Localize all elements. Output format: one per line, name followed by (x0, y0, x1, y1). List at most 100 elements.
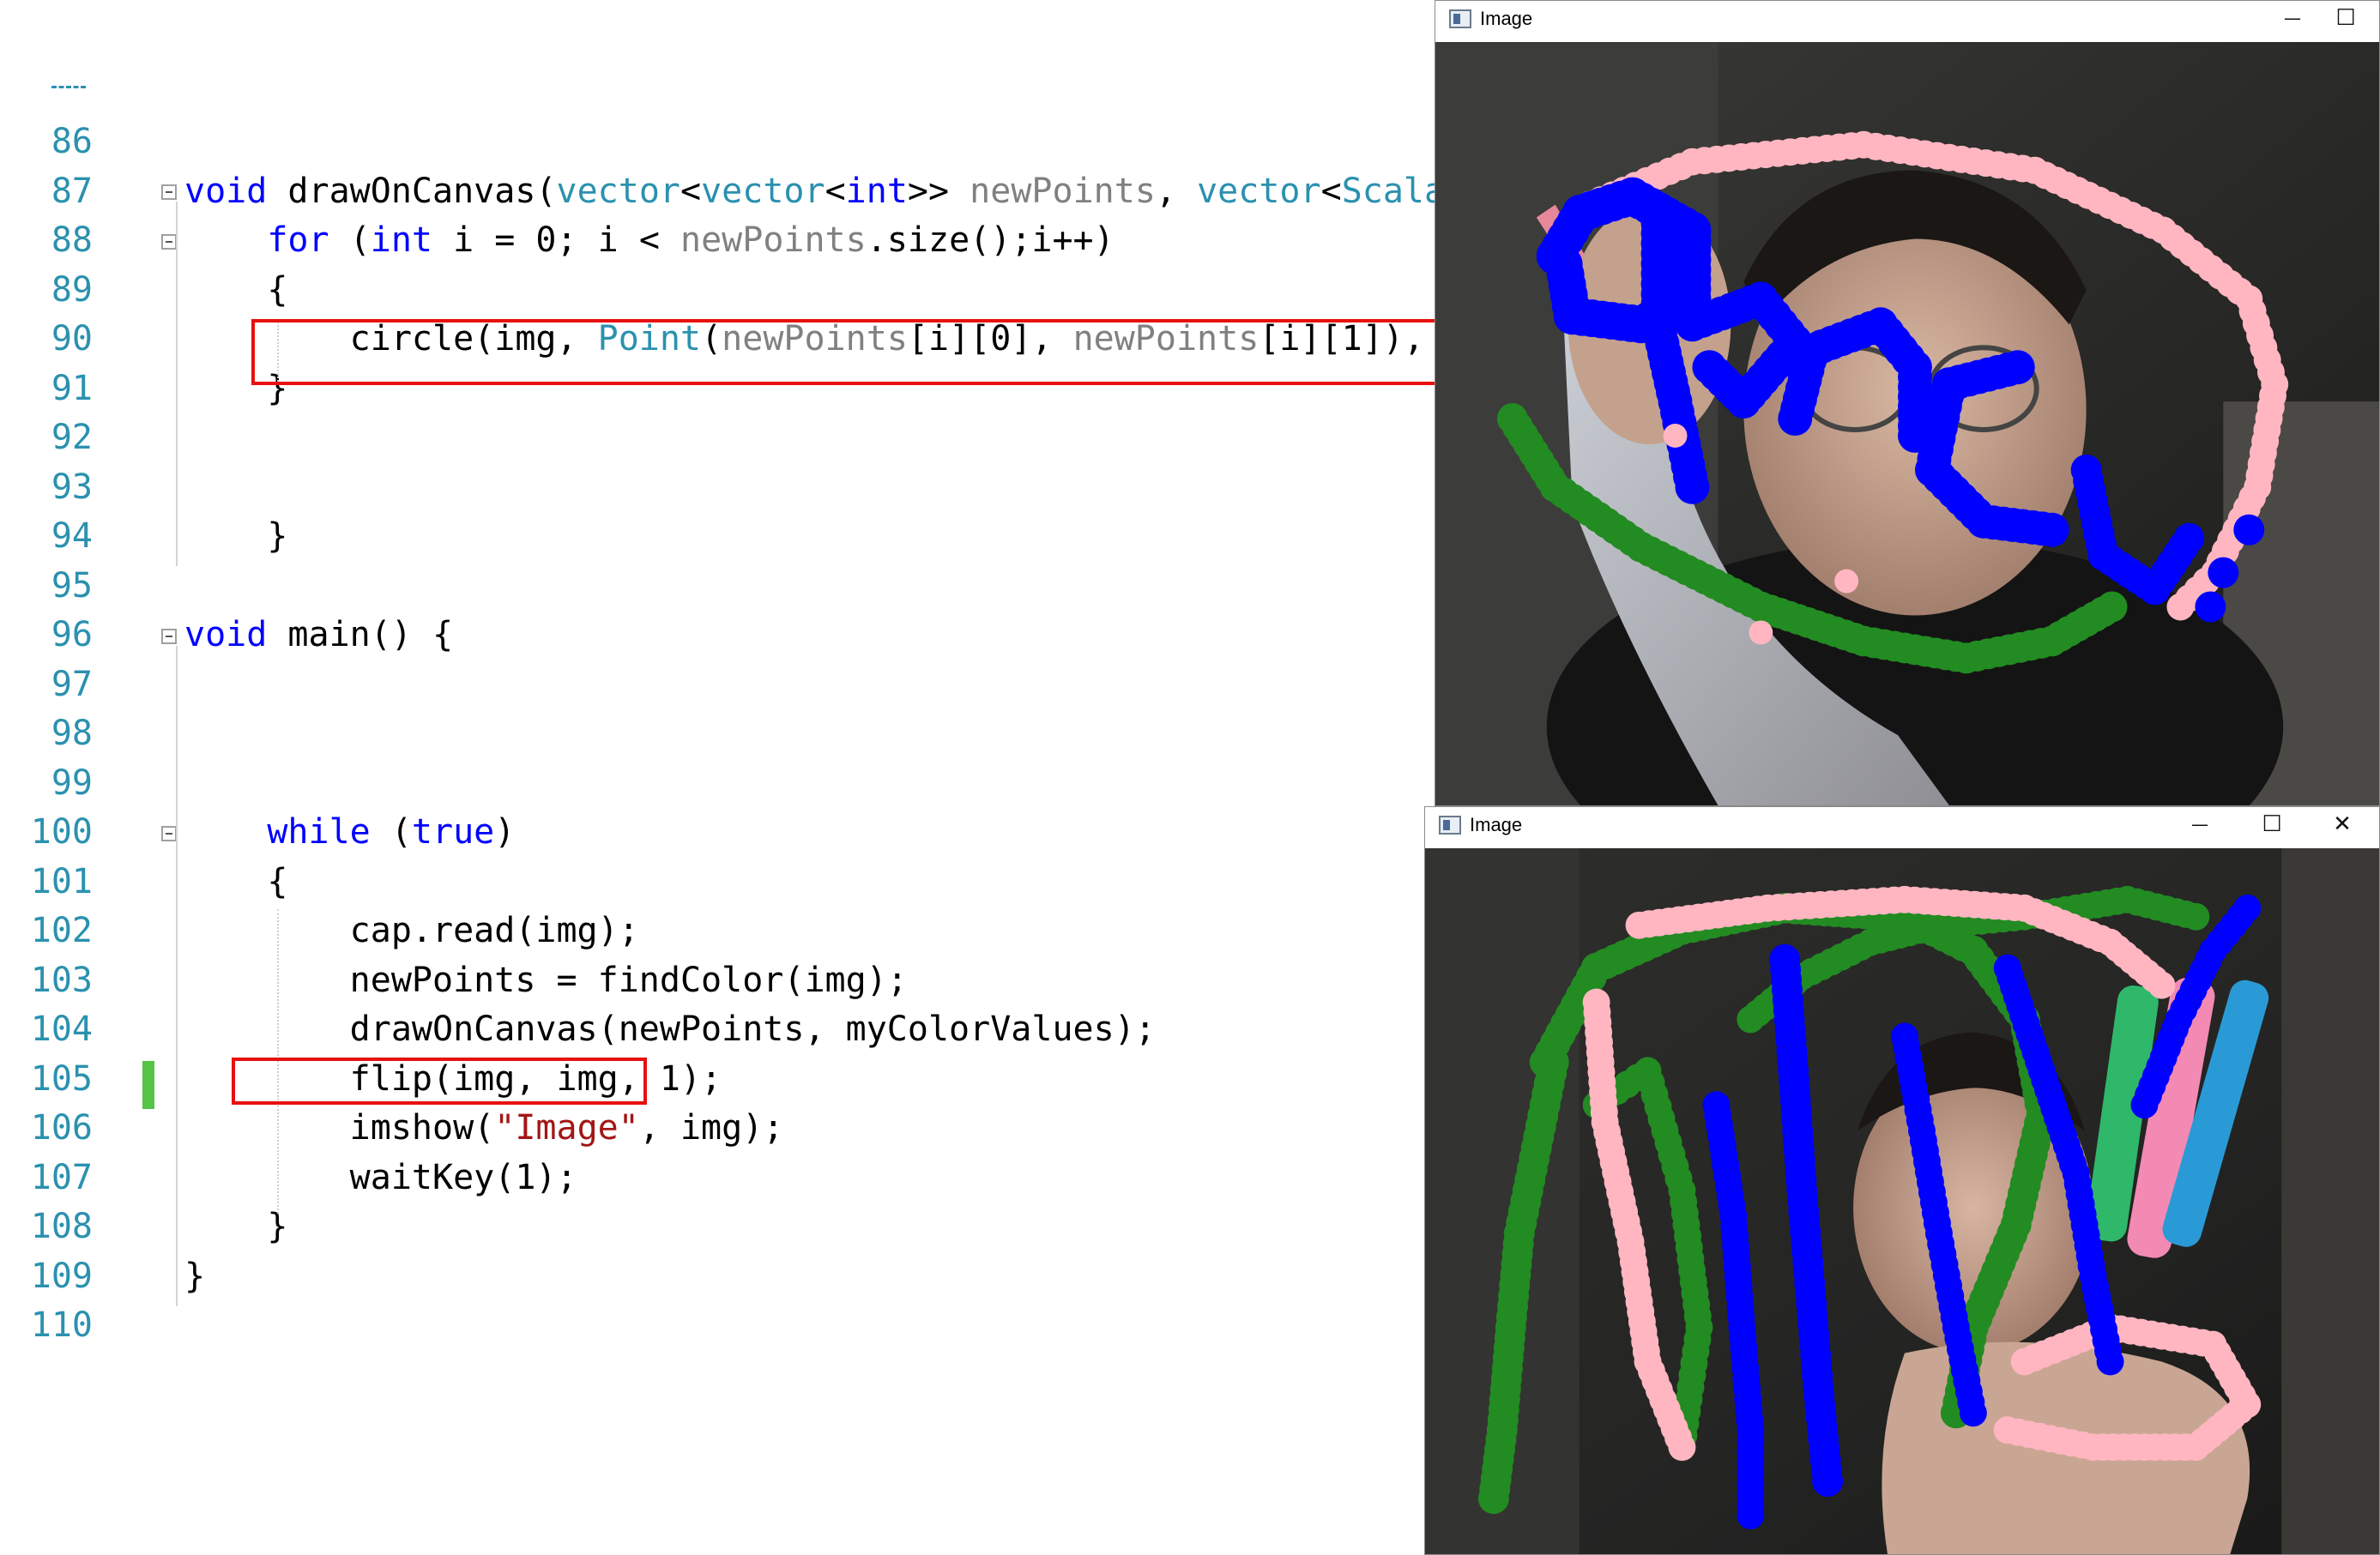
code-line[interactable]: 103 newPoints = findColor(img); (0, 956, 1435, 1005)
code-token: newPoints (680, 220, 867, 260)
code-line[interactable]: 95 (0, 562, 1435, 611)
code-token: newPoints (970, 171, 1156, 211)
code-line[interactable]: 108 } (0, 1202, 1435, 1251)
stroke-dot-pink (1834, 569, 1859, 594)
window-titlebar[interactable]: Image — ☐ (1435, 1, 2379, 42)
code-line[interactable]: 97 (0, 660, 1435, 709)
stroke-dot-blue (1959, 1399, 1987, 1427)
stroke-dot-blue (2173, 522, 2205, 554)
line-number-gutter-fragment (51, 86, 86, 92)
code-line[interactable]: 101 { (0, 858, 1435, 907)
code-token: } (184, 1207, 288, 1246)
stroke-dot-blue (1544, 245, 1583, 284)
stroke-dot-pink (1749, 620, 1773, 645)
code-text: { (184, 266, 287, 315)
code-line[interactable]: 88 for (int i = 0; i < newPoints.size();… (0, 216, 1435, 265)
line-number: 109 (30, 1256, 93, 1296)
stroke-dot-green (2182, 902, 2210, 931)
code-token: , img); (638, 1108, 784, 1148)
image-window-bottom[interactable]: Image — ☐ ✕ (1424, 806, 2380, 1555)
line-number: 91 (51, 368, 93, 408)
code-line[interactable]: 107 waitKey(1); (0, 1154, 1435, 1202)
fold-toggle-for-loop[interactable] (161, 234, 177, 250)
line-number: 105 (30, 1058, 93, 1099)
code-line[interactable]: 105 flip(img, img, 1); (0, 1055, 1435, 1104)
line-number: 99 (51, 762, 93, 803)
app-icon (1449, 9, 1471, 28)
maximize-button[interactable]: ☐ (2245, 807, 2298, 845)
webcam-image-bottom (1425, 848, 2379, 1554)
wall-right (2281, 848, 2379, 1554)
code-token: vector (1197, 171, 1321, 211)
stroke-dot-blue (1737, 1502, 1765, 1530)
code-text: newPoints = findColor(img); (184, 956, 908, 1005)
code-line[interactable]: 99 (0, 759, 1435, 808)
change-indicator-bar (142, 1061, 154, 1109)
code-line[interactable]: 92 (0, 413, 1435, 462)
image-window-top[interactable]: Image — ☐ (1435, 0, 2380, 806)
highlight-box-circle-call (251, 319, 1435, 385)
code-line[interactable]: 94 } (0, 512, 1435, 561)
stroke-dot-blue (2096, 1347, 2124, 1376)
fold-toggle-while-loop[interactable] (161, 826, 177, 841)
code-text: waitKey(1); (184, 1154, 577, 1202)
fold-toggle-drawOnCanvas[interactable] (161, 184, 177, 200)
code-line[interactable]: 100 while (true) (0, 808, 1435, 857)
line-number: 92 (51, 418, 93, 457)
stroke-dot-green (1477, 1483, 1509, 1515)
code-line[interactable]: 104 drawOnCanvas(newPoints, myColorValue… (0, 1005, 1435, 1054)
code-token: for (267, 220, 329, 260)
code-token: ( (329, 220, 371, 260)
minimize-button[interactable]: — (2173, 807, 2226, 845)
line-number: 87 (51, 171, 93, 211)
code-token: Scalar (1341, 171, 1435, 211)
code-token: { (184, 269, 288, 310)
code-line[interactable]: 96 void main() { (0, 611, 1435, 660)
stroke-dot-pink (1668, 1433, 1696, 1462)
code-line[interactable]: 102 cap.read(img); (0, 907, 1435, 955)
close-button[interactable]: ✕ (2316, 807, 2369, 845)
fold-toggle-main[interactable] (161, 629, 177, 644)
code-line[interactable]: 98 (0, 709, 1435, 758)
code-text: } (184, 1202, 287, 1251)
line-number: 93 (51, 467, 93, 507)
code-line[interactable]: 110 (0, 1301, 1435, 1350)
stroke-dot-pink (1993, 1416, 2021, 1444)
line-number: 104 (30, 1010, 93, 1049)
line-number: 106 (30, 1108, 93, 1148)
code-line[interactable]: 109} (0, 1252, 1435, 1301)
code-line[interactable]: 106 imshow("Image", img); (0, 1104, 1435, 1153)
window-titlebar[interactable]: Image — ☐ ✕ (1425, 807, 2379, 848)
line-number: 108 (30, 1207, 93, 1246)
code-token: < (680, 171, 702, 211)
code-text: cap.read(img); (184, 907, 639, 955)
code-text: void drawOnCanvas(vector<vector<int>> ne… (184, 167, 1435, 216)
code-token: cap.read(img); (184, 911, 639, 950)
code-line[interactable]: 86 (0, 118, 1435, 166)
minimize-button[interactable]: — (2266, 1, 2319, 39)
code-token: ) (494, 812, 516, 852)
stroke-dot-blue (2233, 894, 2262, 922)
line-number: 89 (51, 269, 93, 310)
stroke-dot-pink (1663, 424, 1688, 448)
code-line[interactable]: 93 (0, 463, 1435, 512)
code-text: { (184, 858, 287, 907)
code-token: , (1155, 171, 1198, 211)
code-token: void (184, 171, 268, 211)
code-token: main() { (267, 615, 454, 654)
code-line[interactable]: 87 void drawOnCanvas(vector<vector<int>> … (0, 167, 1435, 216)
window-title: Image (1470, 814, 1523, 835)
code-line[interactable]: 89 { (0, 266, 1435, 315)
stroke-dot-blue (2233, 514, 2265, 545)
code-token: { (184, 861, 288, 901)
stroke-dot-blue (2195, 591, 2226, 623)
maximize-button[interactable]: ☐ (2319, 1, 2372, 39)
code-editor[interactable]: 86 87 void drawOnCanvas(vector<vector<int>… (0, 0, 1435, 1555)
code-token: int (845, 171, 908, 211)
app-icon (1439, 816, 1461, 835)
stroke-dot-blue (1812, 1466, 1844, 1498)
code-token: while (267, 812, 371, 852)
code-text: while (true) (184, 808, 515, 857)
code-token: vector (556, 171, 680, 211)
